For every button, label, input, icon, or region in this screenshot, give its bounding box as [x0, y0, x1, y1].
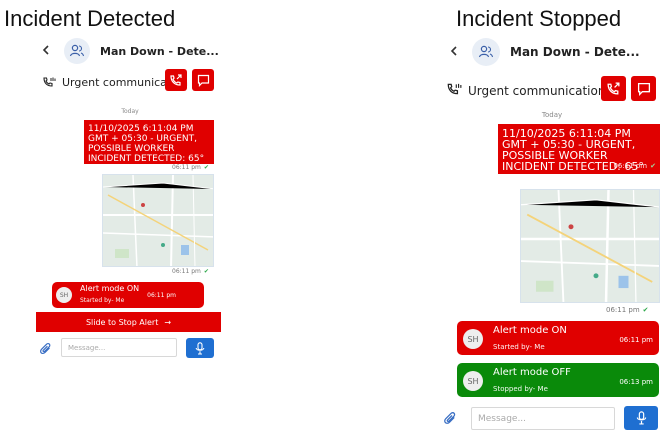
mic-button[interactable]	[186, 338, 214, 358]
slide-to-stop-alert[interactable]: Slide to Stop Alert →	[36, 312, 221, 332]
phone-outgoing-icon	[170, 74, 182, 86]
arrow-right-icon: →	[164, 317, 172, 327]
urgent-label: Urgent communication	[468, 83, 606, 98]
read-check-icon: ✔	[203, 268, 209, 275]
message-placeholder: Message...	[478, 413, 527, 424]
alert-label: Alert mode ON	[80, 284, 140, 293]
message-placeholder: Message...	[68, 343, 106, 352]
map-image	[103, 175, 213, 266]
date-separator: Today	[541, 111, 563, 119]
alert-on-message[interactable]: SH Alert mode ON Started by- Me 06:11 pm	[457, 321, 659, 355]
message-input[interactable]: Message...	[61, 338, 177, 357]
map-timestamp: 06:11 pm ✔	[172, 268, 209, 275]
chat-title: Man Down - Dete...	[100, 44, 219, 58]
alert-time: 06:11 pm	[619, 336, 653, 344]
group-icon[interactable]	[64, 38, 90, 64]
date-separator: Today	[121, 108, 139, 115]
map-timestamp: 06:11 pm ✔	[606, 306, 649, 314]
avatar: SH	[463, 371, 483, 391]
location-map[interactable]	[520, 189, 660, 303]
slide-label: Slide to Stop Alert	[85, 317, 159, 327]
phone-alert-icon	[42, 73, 56, 92]
phone-outgoing-icon	[607, 82, 620, 95]
chat-icon	[637, 82, 650, 96]
paperclip-icon[interactable]	[444, 411, 457, 430]
chat-button[interactable]	[631, 76, 656, 101]
left-heading: Incident Detected	[4, 6, 176, 31]
incident-timestamp: 06:11 pm ✔	[613, 162, 656, 170]
incident-text: 11/10/2025 6:11:04 PM GMT + 05:30 - URGE…	[88, 124, 205, 164]
call-button[interactable]	[165, 69, 187, 91]
alert-time: 06:11 pm	[147, 292, 176, 299]
mic-button[interactable]	[624, 406, 658, 430]
read-check-icon: ✔	[642, 306, 649, 314]
right-heading: Incident Stopped	[456, 6, 622, 31]
right-urgent-row: Urgent communication	[446, 81, 605, 100]
incident-timestamp: 06:11 pm ✔	[172, 164, 209, 171]
avatar: SH	[56, 287, 72, 303]
map-image	[521, 190, 659, 302]
location-map[interactable]	[102, 174, 214, 267]
paperclip-icon[interactable]	[40, 341, 52, 360]
read-check-icon: ✔	[203, 164, 209, 171]
incident-message[interactable]: 11/10/2025 6:11:04 PM GMT + 05:30 - URGE…	[84, 120, 214, 164]
phone-alert-icon	[446, 81, 462, 100]
incident-message[interactable]: 11/10/2025 6:11:04 PM GMT + 05:30 - URGE…	[498, 124, 660, 174]
group-icon[interactable]	[472, 38, 500, 66]
back-icon[interactable]	[42, 43, 56, 59]
alert-sub: Started by- Me	[493, 343, 545, 351]
call-button[interactable]	[601, 76, 626, 101]
alert-on-message[interactable]: SH Alert mode ON Started by- Me 06:11 pm	[52, 282, 204, 308]
chat-icon	[197, 74, 209, 87]
alert-off-message[interactable]: SH Alert mode OFF Stopped by- Me 06:13 p…	[457, 363, 659, 397]
read-check-icon: ✔	[650, 162, 656, 170]
alert-time: 06:13 pm	[619, 378, 653, 386]
message-input[interactable]: Message...	[471, 407, 615, 430]
back-icon[interactable]	[450, 44, 464, 60]
alert-label: Alert mode OFF	[493, 367, 571, 378]
alert-label: Alert mode ON	[493, 325, 567, 336]
chat-title: Man Down - Dete...	[510, 45, 640, 59]
chat-button[interactable]	[192, 69, 214, 91]
microphone-icon	[195, 341, 205, 355]
left-chat-header: Man Down - Dete...	[42, 38, 219, 64]
avatar: SH	[463, 329, 483, 349]
microphone-icon	[636, 411, 646, 425]
alert-sub: Started by- Me	[80, 297, 125, 304]
right-chat-header: Man Down - Dete...	[450, 38, 640, 66]
alert-sub: Stopped by- Me	[493, 385, 548, 393]
